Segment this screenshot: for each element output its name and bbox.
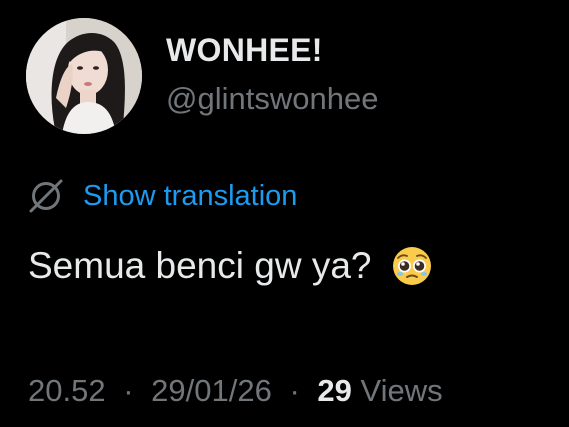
user-handle[interactable]: @glintswonhee — [166, 81, 378, 117]
views-count[interactable]: 29 — [317, 373, 351, 408]
profile-photo — [26, 18, 142, 134]
pleading-face-icon — [393, 247, 432, 285]
globe-slash-icon — [29, 179, 63, 213]
tweet-date[interactable]: 29/01/26 — [151, 373, 272, 408]
tweet-time[interactable]: 20.52 — [28, 373, 106, 408]
tweet-body: Semua benci gw ya? — [28, 245, 372, 286]
show-translation-row[interactable]: Show translation — [28, 178, 297, 214]
display-name[interactable]: WONHEE! — [166, 32, 323, 69]
tweet-text: Semua benci gw ya? — [28, 245, 433, 287]
avatar[interactable] — [26, 18, 142, 134]
views-label[interactable]: Views — [361, 373, 443, 408]
separator: · — [123, 373, 134, 408]
show-translation-link[interactable]: Show translation — [83, 180, 297, 213]
separator: · — [289, 373, 300, 408]
tweet-meta: 20.52 · 29/01/26 · 29 Views — [28, 373, 443, 409]
